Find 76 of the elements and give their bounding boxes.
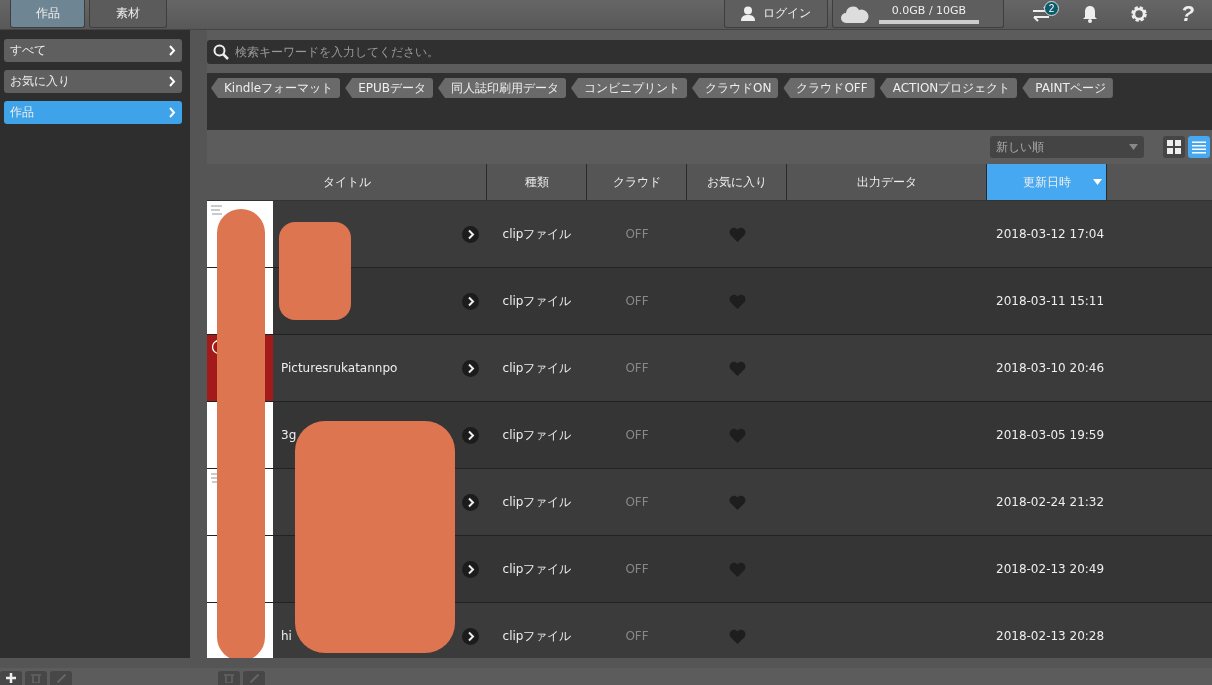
tag[interactable]: クラウドON bbox=[692, 78, 779, 98]
cloud-cell-text: OFF bbox=[624, 294, 650, 308]
date-cell-text: 2018-02-24 21:32 bbox=[995, 495, 1106, 509]
settings-icon bbox=[1128, 4, 1149, 24]
chevron-circle-icon[interactable] bbox=[462, 627, 479, 645]
list-view-button[interactable] bbox=[1188, 136, 1210, 158]
user-icon bbox=[741, 6, 755, 21]
chevron-circle-icon[interactable] bbox=[462, 493, 479, 511]
trash-icon bbox=[224, 673, 234, 683]
notification-badge: 2 bbox=[1044, 1, 1059, 16]
sort-dropdown[interactable]: 新しい順 bbox=[990, 136, 1144, 158]
cloud-cell-text: OFF bbox=[624, 227, 650, 241]
type-cell-text: clipファイル bbox=[501, 560, 573, 578]
chevron-circle-icon[interactable] bbox=[462, 359, 479, 377]
transfer-icon bbox=[1030, 6, 1051, 22]
date-cell-text: 2018-02-13 20:28 bbox=[995, 629, 1106, 643]
title-text: Picturesrukatannpo bbox=[281, 361, 398, 375]
tag[interactable]: コンビニプリント bbox=[571, 78, 687, 98]
date-cell-text: 2018-03-10 20:46 bbox=[995, 361, 1106, 375]
type-cell-text: clipファイル bbox=[501, 359, 573, 377]
column-header[interactable]: クラウド bbox=[587, 164, 687, 200]
add-button[interactable] bbox=[0, 671, 22, 685]
chevron-circle-icon[interactable] bbox=[462, 225, 479, 243]
cloud-cell-text: OFF bbox=[624, 428, 650, 442]
column-header[interactable]: お気に入り bbox=[687, 164, 787, 200]
sidebar-item[interactable]: すべて bbox=[4, 39, 182, 62]
tag[interactable]: EPUBデータ bbox=[345, 78, 433, 98]
date-cell-text: 2018-03-12 17:04 bbox=[995, 227, 1106, 241]
type-cell-text: clipファイル bbox=[501, 292, 573, 310]
date-cell-text: 2018-03-11 15:11 bbox=[995, 294, 1106, 308]
storage-text: 0.0GB / 10GB bbox=[891, 3, 967, 17]
sidebar-item[interactable]: お気に入り bbox=[4, 70, 182, 93]
chevron-circle-icon[interactable] bbox=[462, 292, 479, 310]
search-icon bbox=[213, 44, 229, 60]
type-cell-text: clipファイル bbox=[501, 225, 573, 243]
type-cell-text: clipファイル bbox=[501, 493, 573, 511]
sketch-icon bbox=[211, 205, 223, 215]
top-tab[interactable]: 作品 bbox=[10, 0, 85, 28]
cloud-cell-text: OFF bbox=[624, 562, 650, 576]
chevron-circle-icon[interactable] bbox=[462, 426, 479, 444]
search-field[interactable]: 検索キーワードを入力してください。 bbox=[207, 40, 1212, 64]
tag[interactable]: クラウドOFF bbox=[783, 78, 875, 98]
pencil-icon bbox=[56, 673, 66, 683]
type-cell-text: clipファイル bbox=[501, 426, 573, 444]
cloud-cell-text: OFF bbox=[624, 361, 650, 375]
list-icon bbox=[1192, 140, 1206, 154]
transfer-button[interactable]: 2 bbox=[1016, 0, 1065, 28]
trash-icon bbox=[31, 673, 41, 683]
date-cell-text: 2018-02-13 20:49 bbox=[995, 562, 1106, 576]
cloud-icon bbox=[841, 4, 869, 23]
caret-icon bbox=[1129, 144, 1138, 150]
login-button[interactable]: ログイン bbox=[724, 0, 828, 28]
top-tab[interactable]: 素材 bbox=[89, 0, 167, 28]
tag[interactable]: 同人誌印刷用データ bbox=[438, 78, 566, 98]
chevron-icon bbox=[168, 45, 176, 56]
title-text: hi bbox=[281, 629, 292, 643]
cloud-cell-text: OFF bbox=[624, 629, 650, 643]
type-cell-text: clipファイル bbox=[501, 627, 573, 645]
chevron-icon bbox=[168, 107, 176, 118]
caret-icon bbox=[1093, 179, 1102, 185]
tag[interactable]: ACTIONプロジェクト bbox=[879, 78, 1018, 98]
chevron-icon bbox=[168, 76, 176, 87]
column-header[interactable]: タイトル bbox=[207, 164, 487, 200]
title-text: 3g bbox=[281, 428, 297, 442]
tag[interactable]: PAINTページ bbox=[1022, 78, 1113, 98]
cloud-cell-text: OFF bbox=[624, 495, 650, 509]
grid-icon bbox=[1167, 140, 1181, 154]
plus-icon bbox=[6, 673, 16, 683]
pencil-icon bbox=[249, 673, 259, 683]
date-cell-text: 2018-03-05 19:59 bbox=[995, 428, 1106, 442]
bell-icon bbox=[1081, 5, 1098, 23]
column-header[interactable]: 種類 bbox=[487, 164, 587, 200]
grid-view-button[interactable] bbox=[1163, 136, 1185, 158]
help-button[interactable]: ? bbox=[1163, 0, 1212, 28]
tag[interactable]: Kindleフォーマット bbox=[211, 78, 341, 98]
chevron-circle-icon[interactable] bbox=[462, 560, 479, 578]
